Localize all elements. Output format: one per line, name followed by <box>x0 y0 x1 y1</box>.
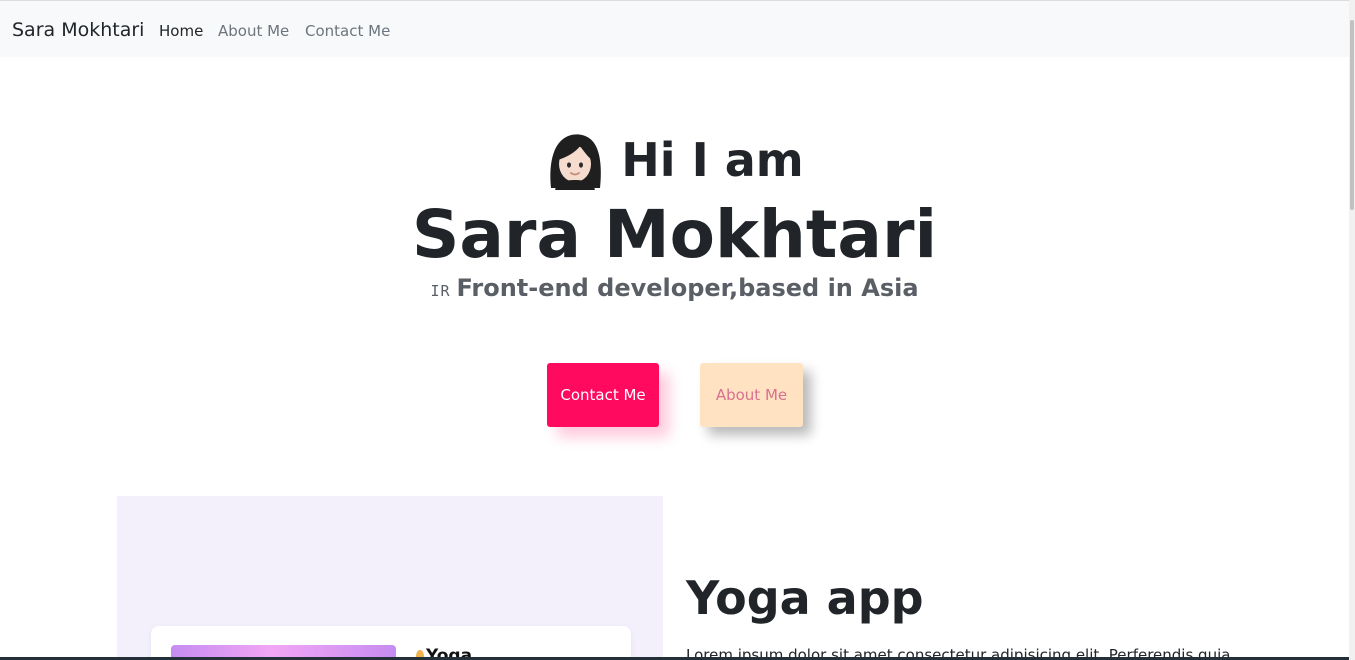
hero-greeting: Hi I am <box>0 130 1349 190</box>
nav-link-contact-me[interactable]: Contact Me <box>305 22 390 40</box>
hero-tagline: IR Front-end developer,based in Asia <box>0 272 1349 307</box>
project-title: Yoga app <box>686 571 924 625</box>
iran-flag-icon: IR <box>430 282 451 300</box>
tagline-text: Front-end developer,based in Asia <box>456 274 919 302</box>
hero-name: Sara Mokhtari <box>411 196 938 273</box>
page-scrollbar[interactable] <box>1349 0 1355 660</box>
contact-me-button[interactable]: Contact Me <box>547 363 659 427</box>
project-preview-image: Yoga <box>117 496 663 660</box>
woman-emoji-icon <box>550 133 602 190</box>
scrollbar-thumb[interactable] <box>1350 20 1354 210</box>
navbar-brand[interactable]: Sara Mokhtari <box>12 19 144 41</box>
page: Sara Mokhtari Home About Me Contact Me H… <box>0 0 1355 660</box>
navbar: Sara Mokhtari Home About Me Contact Me <box>0 0 1349 57</box>
project-mockup-card: Yoga <box>151 626 631 660</box>
nav-link-about-me[interactable]: About Me <box>218 22 289 40</box>
about-me-button[interactable]: About Me <box>700 363 803 427</box>
greeting-text: Hi I am <box>621 133 804 187</box>
nav-link-home[interactable]: Home <box>159 22 203 40</box>
